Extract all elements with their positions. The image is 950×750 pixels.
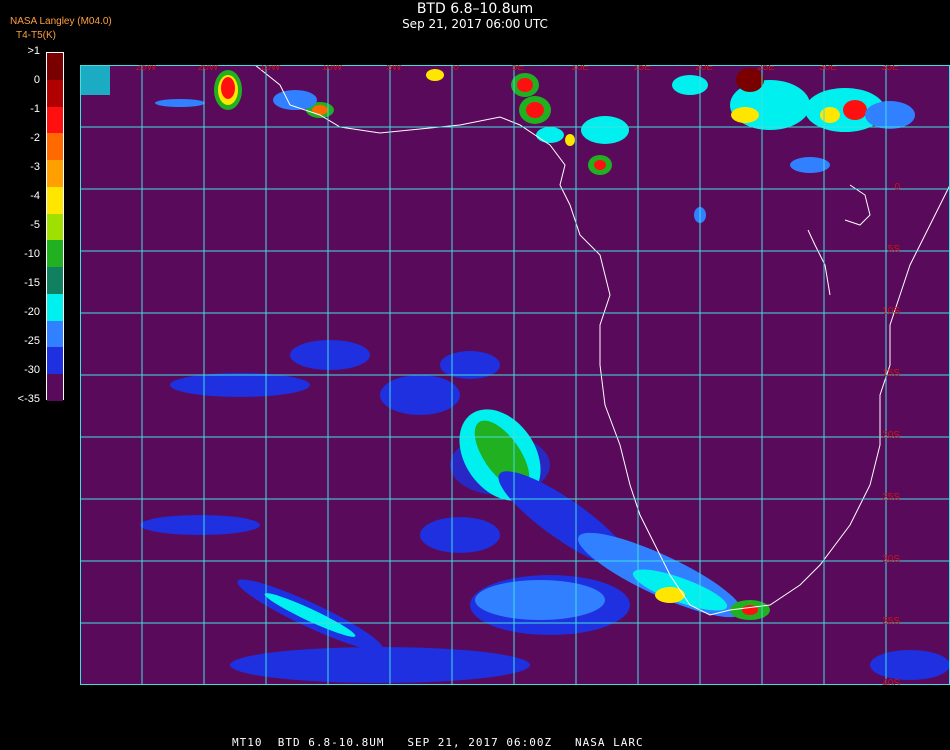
- latitude-label: 25S: [882, 492, 900, 503]
- longitude-label: 0: [453, 65, 459, 73]
- colorbar-label: 0: [33, 74, 40, 86]
- colorbar-segment: [47, 293, 63, 321]
- colorbar: [46, 52, 64, 401]
- colorbar-segment: [47, 106, 63, 134]
- colorbar-label: -25: [24, 335, 40, 347]
- colorbar-label: -20: [24, 306, 40, 318]
- satellite-map: 25W 20W 15W 10W 5W 0 5E 10E 15E 20E 25E 30E 35E 0 5S 10…: [80, 65, 950, 685]
- latitude-label: 40S: [882, 678, 900, 685]
- latitude-label: 10S: [882, 306, 900, 317]
- colorbar-label: >1: [27, 45, 40, 57]
- colorbar-segment: [47, 320, 63, 348]
- longitude-label: 20E: [695, 65, 713, 73]
- colorbar-label: -5: [30, 219, 40, 231]
- colorbar-label: -1: [30, 103, 40, 115]
- colorbar-label: -30: [24, 364, 40, 376]
- latitude-label: 5S: [888, 244, 901, 255]
- colorbar-segment: [47, 133, 63, 161]
- longitude-label: 15E: [633, 65, 651, 73]
- colorbar-segment: [47, 374, 63, 401]
- longitude-label: 20W: [198, 65, 219, 73]
- colorbar-label: -3: [30, 161, 40, 173]
- image-timestamp: Sep 21, 2017 06:00 UTC: [402, 17, 548, 31]
- colorbar-label: -4: [30, 190, 40, 202]
- longitude-label: 25W: [136, 65, 157, 73]
- latitude-label: 30S: [882, 554, 900, 565]
- colorbar-segment: [47, 240, 63, 268]
- latitude-label: 0: [894, 182, 900, 193]
- image-title: BTD 6.8–10.8um: [416, 1, 534, 17]
- colorbar-segment: [47, 213, 63, 241]
- legend-unit-label: T4-T5(K): [16, 30, 56, 41]
- colorbar-segment: [47, 160, 63, 187]
- colorbar-label: -15: [24, 277, 40, 289]
- provider-label: NASA Langley (M04.0): [10, 16, 112, 27]
- colorbar-segment: [47, 53, 63, 80]
- longitude-label: 10W: [322, 65, 343, 73]
- colorbar-segment: [47, 347, 63, 375]
- longitude-label: 30E: [819, 65, 837, 73]
- colorbar-label: -2: [30, 132, 40, 144]
- footer-caption: MT10 BTD 6.8-10.8UM SEP 21, 2017 06:00Z …: [232, 736, 644, 749]
- colorbar-segment: [47, 186, 63, 214]
- longitude-label: 25E: [757, 65, 775, 73]
- longitude-label: 35E: [881, 65, 899, 73]
- colorbar-segment: [47, 267, 63, 294]
- longitude-label: 15W: [260, 65, 281, 73]
- colorbar-label: <-35: [17, 393, 40, 405]
- colorbar-segment: [47, 79, 63, 107]
- latitude-label: 15S: [882, 368, 900, 379]
- longitude-label: 5W: [387, 65, 403, 73]
- latitude-label: 35S: [882, 616, 900, 627]
- colorbar-label: -10: [24, 248, 40, 260]
- latitude-label: 20S: [882, 430, 900, 441]
- longitude-label: 10E: [571, 65, 589, 73]
- longitude-label: 5E: [512, 65, 525, 73]
